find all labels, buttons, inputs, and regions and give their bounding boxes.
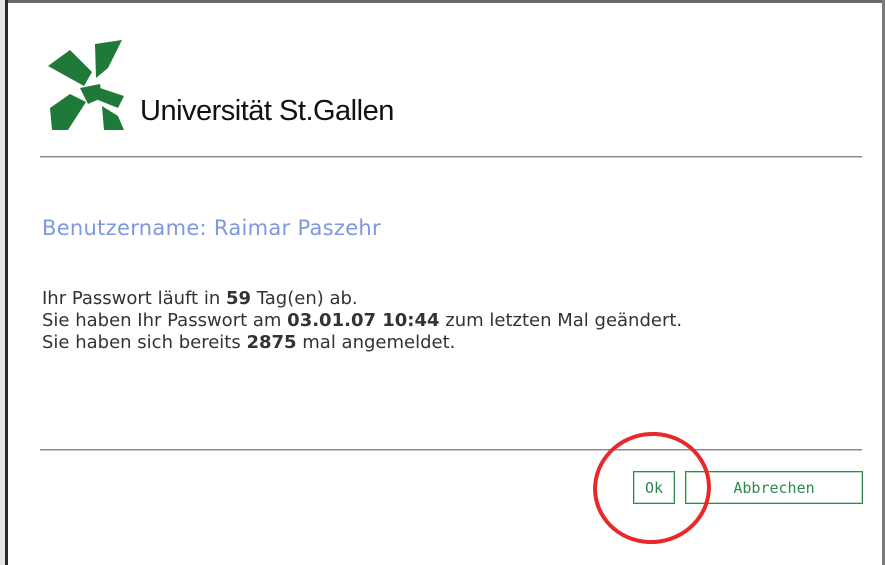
cancel-button[interactable]: Abbrechen xyxy=(685,471,863,504)
account-info: Ihr Passwort läuft in 59 Tag(en) ab. Sie… xyxy=(42,288,842,354)
days-remaining: 59 xyxy=(225,288,252,309)
university-logo-icon xyxy=(48,40,124,130)
password-expiry-line: Ihr Passwort läuft in 59 Tag(en) ab. xyxy=(42,288,358,309)
header-divider xyxy=(40,156,862,158)
last-changed-date: 03.01.07 10:44 xyxy=(287,310,440,331)
red-highlight-circle xyxy=(585,424,719,552)
login-count: 2875 xyxy=(246,332,297,353)
login-count-line: Sie haben sich bereits 2875 mal angemeld… xyxy=(42,332,456,353)
window-left-edge xyxy=(0,0,8,565)
window-top-edge xyxy=(0,0,885,3)
footer-divider xyxy=(40,449,862,451)
password-changed-line: Sie haben Ihr Passwort am 03.01.07 10:44… xyxy=(42,310,683,331)
username-heading: Benutzername: Raimar Paszehr xyxy=(42,216,381,240)
university-name: Universität St.Gallen xyxy=(140,95,394,127)
